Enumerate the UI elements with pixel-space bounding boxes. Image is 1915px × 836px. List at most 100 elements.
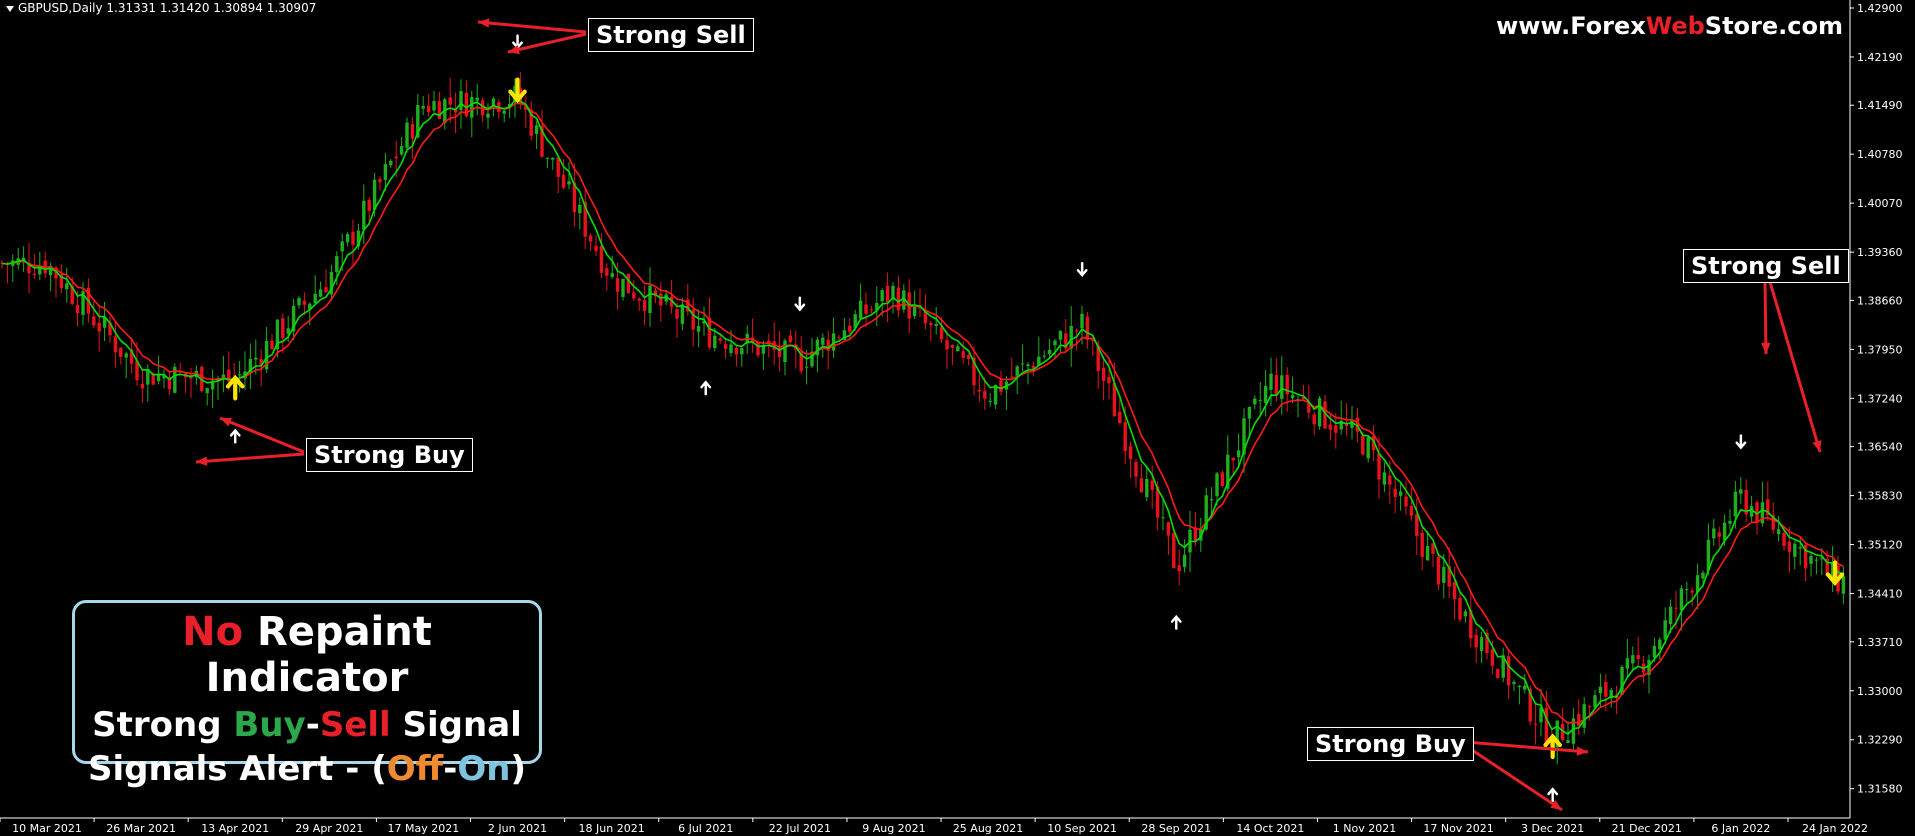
candle-body [1587, 706, 1592, 708]
candle [281, 313, 285, 354]
candle-body [1409, 505, 1414, 516]
candle [524, 95, 528, 128]
candle [621, 278, 625, 301]
candle [1134, 458, 1138, 488]
candle [475, 83, 479, 116]
candle [1042, 350, 1046, 360]
candle [1010, 357, 1014, 380]
callout-strong-sell-1: Strong Sell [588, 18, 754, 52]
candle-body [1776, 529, 1781, 535]
candle-body [1334, 425, 1338, 433]
candle [815, 336, 820, 373]
candle [1296, 395, 1300, 418]
candle-body [1215, 473, 1219, 497]
candle-body [561, 174, 566, 188]
candle-body [281, 318, 285, 338]
candle-body [1404, 496, 1408, 507]
candle [97, 304, 101, 352]
candle-body [459, 90, 463, 110]
info-buy: Buy [233, 705, 306, 745]
candle [950, 344, 955, 365]
candle-body [864, 304, 868, 314]
candle [1053, 338, 1057, 359]
candle [1582, 697, 1586, 734]
candle-body [1269, 373, 1273, 390]
y-tick-label: 1.35830 [1857, 490, 1903, 503]
candle-body [891, 285, 895, 298]
candle [1766, 481, 1770, 521]
candle [1512, 679, 1516, 692]
candle [1172, 530, 1176, 569]
candle [594, 235, 598, 256]
candle-body [437, 101, 442, 119]
candle-body [945, 340, 949, 350]
candle-body [659, 293, 663, 306]
candle-body [1636, 655, 1640, 659]
candle [1560, 707, 1565, 742]
candle-body [1236, 450, 1241, 458]
x-tick-label: 24 Jan 2022 [1802, 822, 1868, 835]
candle-body [1015, 366, 1019, 376]
candle-body [237, 374, 242, 376]
strong-sell-arrow [508, 77, 527, 104]
candle [189, 368, 193, 398]
candle-body [1474, 635, 1478, 648]
candle-body [119, 347, 123, 357]
candle-body [1479, 637, 1484, 652]
candle [675, 302, 679, 338]
symbol-info: GBPUSD,Daily 1.31331 1.31420 1.30894 1.3… [6, 1, 316, 15]
x-tick-label: 28 Sep 2021 [1141, 822, 1211, 835]
candle [173, 363, 177, 393]
candle-body [1107, 376, 1111, 384]
candle [1755, 499, 1759, 535]
info-on: On [457, 749, 511, 789]
candle [421, 96, 425, 116]
candle-body [1506, 656, 1511, 686]
candle [1182, 539, 1187, 573]
x-tick-label: 10 Mar 2021 [12, 822, 82, 835]
candle-body [1674, 607, 1678, 609]
candle-body [1085, 316, 1090, 340]
candle-body [1118, 411, 1122, 424]
candle-body [1631, 655, 1635, 664]
candle-body [340, 241, 344, 252]
candle [470, 90, 474, 138]
candle [92, 300, 96, 329]
sell-signal-arrow [794, 296, 806, 312]
candle [686, 283, 690, 316]
candle [1458, 592, 1462, 622]
candle-body [410, 124, 415, 139]
candle-body [837, 337, 841, 339]
candle [210, 369, 215, 409]
candle-body [588, 235, 593, 242]
x-tick-label: 17 Nov 2021 [1423, 822, 1493, 835]
candle [1431, 542, 1435, 568]
candle [448, 77, 452, 123]
candle [178, 362, 182, 375]
candle [750, 318, 755, 353]
candle [1679, 585, 1684, 631]
y-tick-label: 1.42190 [1857, 51, 1903, 64]
candle [826, 330, 830, 370]
candle-body [567, 181, 571, 185]
candle-body [1420, 532, 1424, 557]
candle-body [534, 125, 539, 134]
candle-body [32, 273, 37, 275]
candle [707, 297, 712, 350]
candle-body [1685, 589, 1689, 591]
candle-body [1782, 532, 1786, 547]
candle [648, 267, 652, 327]
candle-body [1668, 606, 1673, 624]
candle-body [1220, 472, 1225, 487]
candle [1647, 654, 1651, 694]
dropdown-triangle-icon[interactable] [6, 5, 14, 12]
candle-body [950, 344, 955, 348]
candle-body [632, 292, 636, 299]
candle-body [858, 300, 863, 319]
candle [1658, 637, 1662, 660]
candle [1085, 311, 1090, 349]
x-tick-label: 22 Jul 2021 [769, 822, 831, 835]
candle [1128, 441, 1133, 478]
candle [821, 333, 825, 358]
candle [804, 349, 809, 385]
